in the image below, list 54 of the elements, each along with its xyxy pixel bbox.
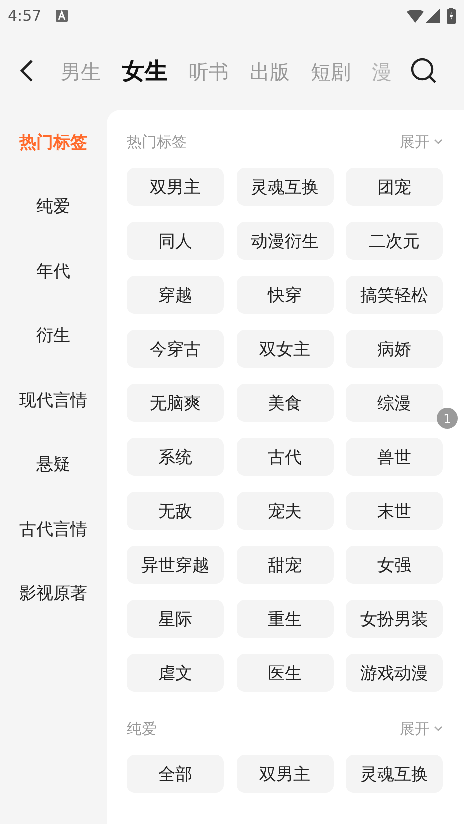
tag-chip[interactable]: 病娇 <box>346 330 443 368</box>
sidebar-item[interactable]: 影视原著 <box>20 582 88 606</box>
signal-icon <box>426 9 440 23</box>
sidebar-item[interactable]: 古代言情 <box>20 518 88 541</box>
tag-chip[interactable]: 末世 <box>346 492 443 530</box>
tag-chip[interactable]: 同人 <box>127 222 224 260</box>
tag-chip[interactable]: 灵魂互换 <box>346 755 443 793</box>
tag-chip[interactable]: 动漫衍生 <box>236 222 334 260</box>
tag-chip[interactable]: 虐文 <box>127 654 224 692</box>
search-icon[interactable] <box>411 58 437 84</box>
tag-chip[interactable]: 二次元 <box>346 222 443 260</box>
tag-chip[interactable]: 搞笑轻松 <box>346 276 443 314</box>
sidebar-item[interactable]: 衍生 <box>36 324 70 348</box>
back-icon[interactable] <box>19 59 35 83</box>
tag-chip[interactable]: 无敌 <box>127 492 224 530</box>
sidebar-item[interactable]: 年代 <box>36 260 70 283</box>
notification-icon <box>56 10 68 22</box>
tag-chip[interactable]: 医生 <box>236 654 334 692</box>
tag-chip[interactable]: 游戏动漫 <box>346 654 443 692</box>
section-title: 热门标签 <box>127 132 187 152</box>
sidebar-item[interactable]: 纯爱 <box>36 195 70 218</box>
tag-chip[interactable]: 无脑爽 <box>127 384 224 422</box>
tag-chip[interactable]: 综漫 <box>346 384 443 422</box>
status-time: 4:57 <box>8 7 42 25</box>
chevron-down-icon <box>434 726 443 732</box>
wifi-icon <box>407 10 424 22</box>
tag-chip[interactable]: 今穿古 <box>127 330 224 368</box>
tag-chip[interactable]: 兽世 <box>346 438 443 476</box>
section-title: 纯爱 <box>127 720 157 738</box>
tag-chip[interactable]: 重生 <box>236 600 334 638</box>
tag-chip[interactable]: 宠夫 <box>236 492 334 530</box>
tag-chip[interactable]: 系统 <box>127 438 224 476</box>
tag-chip[interactable]: 全部 <box>127 755 224 793</box>
expand-label: 展开 <box>400 132 430 152</box>
tag-chip[interactable]: 双男主 <box>127 168 224 206</box>
battery-icon <box>447 8 456 24</box>
tag-chip[interactable]: 星际 <box>127 600 224 638</box>
sidebar-item[interactable]: 悬疑 <box>36 453 70 476</box>
tag-chip[interactable]: 团宠 <box>346 168 443 206</box>
tag-chip[interactable]: 古代 <box>236 438 334 476</box>
tag-chip[interactable]: 双男主 <box>236 755 334 793</box>
chevron-down-icon <box>434 139 443 145</box>
tag-chip[interactable]: 穿越 <box>127 276 224 314</box>
category-tab[interactable]: 女生 <box>122 56 168 86</box>
tag-chip[interactable]: 女强 <box>346 546 443 584</box>
tag-chip[interactable]: 甜宠 <box>236 546 334 584</box>
tag-chip[interactable]: 美食 <box>236 384 334 422</box>
tag-chip[interactable]: 快穿 <box>236 276 334 314</box>
expand-label: 展开 <box>400 720 430 738</box>
tag-chip[interactable]: 女扮男装 <box>346 600 443 638</box>
tag-chip[interactable]: 异世穿越 <box>127 546 224 584</box>
tag-chip[interactable]: 双女主 <box>236 330 334 368</box>
tag-chip[interactable]: 灵魂互换 <box>236 168 334 206</box>
sidebar-item[interactable]: 现代言情 <box>20 388 88 412</box>
